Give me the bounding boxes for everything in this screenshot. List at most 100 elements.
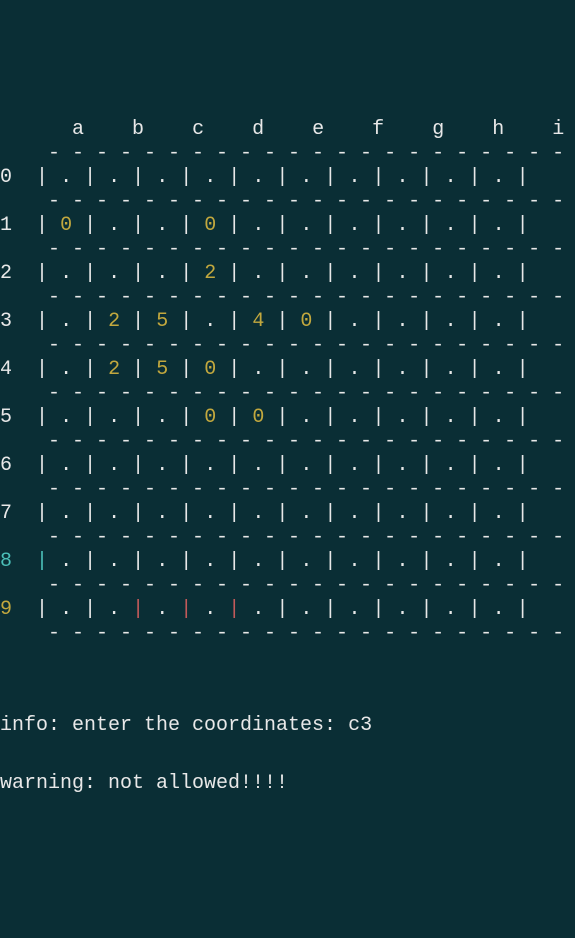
cell-c7[interactable]: . [156, 502, 168, 525]
cell-d9[interactable]: . [204, 598, 216, 621]
cell-e3[interactable]: 4 [252, 310, 264, 333]
cell-d8[interactable]: . [204, 550, 216, 573]
cell-e6[interactable]: . [252, 454, 264, 477]
cell-f7[interactable]: . [300, 502, 312, 525]
cell-h1[interactable]: . [397, 214, 409, 237]
cell-g0[interactable]: . [348, 166, 360, 189]
cell-g5[interactable]: . [348, 406, 360, 429]
cell-d1[interactable]: 0 [204, 214, 216, 237]
cell-f2[interactable]: . [300, 262, 312, 285]
cell-e9[interactable]: . [252, 598, 264, 621]
cell-a7[interactable]: . [60, 502, 72, 525]
cell-h6[interactable]: . [397, 454, 409, 477]
cell-e5[interactable]: 0 [252, 406, 264, 429]
cell-i8[interactable]: . [445, 550, 457, 573]
cell-f0[interactable]: . [300, 166, 312, 189]
cell-f9[interactable]: . [300, 598, 312, 621]
cell-a9[interactable]: . [60, 598, 72, 621]
cell-j8[interactable]: . [493, 550, 505, 573]
cell-a5[interactable]: . [60, 406, 72, 429]
cell-e4[interactable]: . [252, 358, 264, 381]
cell-e1[interactable]: . [252, 214, 264, 237]
cell-e7[interactable]: . [252, 502, 264, 525]
cell-g7[interactable]: . [348, 502, 360, 525]
cell-j5[interactable]: . [493, 406, 505, 429]
info-input[interactable]: c3 [348, 714, 372, 737]
cell-a1[interactable]: 0 [60, 214, 72, 237]
cell-h3[interactable]: . [397, 310, 409, 333]
cell-f3[interactable]: 0 [300, 310, 312, 333]
cell-h2[interactable]: . [397, 262, 409, 285]
cell-d5[interactable]: 0 [204, 406, 216, 429]
cell-i0[interactable]: . [445, 166, 457, 189]
cell-b1[interactable]: . [108, 214, 120, 237]
cell-e0[interactable]: . [252, 166, 264, 189]
cell-g6[interactable]: . [348, 454, 360, 477]
cell-c1[interactable]: . [156, 214, 168, 237]
cell-e8[interactable]: . [252, 550, 264, 573]
cell-j7[interactable]: . [493, 502, 505, 525]
cell-h9[interactable]: . [397, 598, 409, 621]
cell-d4[interactable]: 0 [204, 358, 216, 381]
cell-g9[interactable]: . [348, 598, 360, 621]
cell-f1[interactable]: . [300, 214, 312, 237]
cell-c4[interactable]: 5 [156, 358, 168, 381]
cell-b0[interactable]: . [108, 166, 120, 189]
cell-c3[interactable]: 5 [156, 310, 168, 333]
cell-c5[interactable]: . [156, 406, 168, 429]
cell-a2[interactable]: . [60, 262, 72, 285]
cell-h0[interactable]: . [397, 166, 409, 189]
cell-h5[interactable]: . [397, 406, 409, 429]
cell-i4[interactable]: . [445, 358, 457, 381]
cell-j6[interactable]: . [493, 454, 505, 477]
cell-h4[interactable]: . [397, 358, 409, 381]
cell-i9[interactable]: . [445, 598, 457, 621]
cell-i6[interactable]: . [445, 454, 457, 477]
cell-f6[interactable]: . [300, 454, 312, 477]
cell-i7[interactable]: . [445, 502, 457, 525]
cell-b9[interactable]: . [108, 598, 120, 621]
cell-d2[interactable]: 2 [204, 262, 216, 285]
cell-f5[interactable]: . [300, 406, 312, 429]
cell-b6[interactable]: . [108, 454, 120, 477]
cell-b2[interactable]: . [108, 262, 120, 285]
cell-b7[interactable]: . [108, 502, 120, 525]
cell-h8[interactable]: . [397, 550, 409, 573]
cell-d0[interactable]: . [204, 166, 216, 189]
cell-a4[interactable]: . [60, 358, 72, 381]
terminal[interactable]: { "cols": ["a","b","c","d","e","f","g","… [0, 40, 575, 838]
cell-j4[interactable]: . [493, 358, 505, 381]
cell-g8[interactable]: . [348, 550, 360, 573]
cell-h7[interactable]: . [397, 502, 409, 525]
cell-b5[interactable]: . [108, 406, 120, 429]
cell-i2[interactable]: . [445, 262, 457, 285]
cell-b3[interactable]: 2 [108, 310, 120, 333]
cell-j0[interactable]: . [493, 166, 505, 189]
cell-b8[interactable]: . [108, 550, 120, 573]
cell-c8[interactable]: . [156, 550, 168, 573]
cell-c0[interactable]: . [156, 166, 168, 189]
cell-i5[interactable]: . [445, 406, 457, 429]
cell-c2[interactable]: . [156, 262, 168, 285]
cell-j1[interactable]: . [493, 214, 505, 237]
cell-g2[interactable]: . [348, 262, 360, 285]
cell-e2[interactable]: . [252, 262, 264, 285]
cell-a6[interactable]: . [60, 454, 72, 477]
cell-c6[interactable]: . [156, 454, 168, 477]
cell-f8[interactable]: . [300, 550, 312, 573]
cell-i1[interactable]: . [445, 214, 457, 237]
cell-j3[interactable]: . [493, 310, 505, 333]
cell-d3[interactable]: . [204, 310, 216, 333]
cell-d6[interactable]: . [204, 454, 216, 477]
cell-j2[interactable]: . [493, 262, 505, 285]
cell-a3[interactable]: . [60, 310, 72, 333]
cell-g3[interactable]: . [348, 310, 360, 333]
cell-i3[interactable]: . [445, 310, 457, 333]
cell-b4[interactable]: 2 [108, 358, 120, 381]
cell-g4[interactable]: . [348, 358, 360, 381]
cell-a8[interactable]: . [60, 550, 72, 573]
cell-f4[interactable]: . [300, 358, 312, 381]
cell-g1[interactable]: . [348, 214, 360, 237]
cell-d7[interactable]: . [204, 502, 216, 525]
cell-c9[interactable]: . [156, 598, 168, 621]
